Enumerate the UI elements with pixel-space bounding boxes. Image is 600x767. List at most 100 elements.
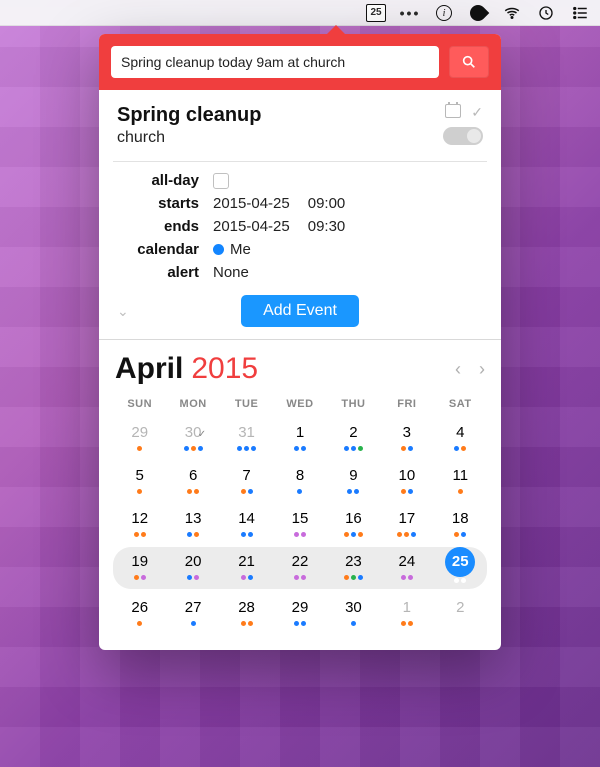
calendar-day[interactable]: 31 (220, 418, 273, 457)
calendar-day[interactable]: 1 (380, 593, 433, 632)
calendar-day[interactable]: 2 (327, 418, 380, 457)
starts-time[interactable]: 09:00 (308, 195, 346, 212)
month-label: April (115, 352, 183, 386)
calendar-color-dot (213, 244, 224, 255)
calendar-day[interactable]: 3 (380, 418, 433, 457)
calendar-day[interactable]: 19 (113, 547, 166, 586)
ends-time[interactable]: 09:30 (308, 218, 346, 235)
menubar-leaf-icon[interactable] (468, 4, 488, 22)
event-dot (458, 489, 463, 494)
menubar-info-icon[interactable] (434, 4, 454, 22)
add-event-button[interactable]: Add Event (241, 295, 359, 327)
calendar-label: calendar (117, 241, 213, 258)
event-dot (251, 446, 256, 451)
event-dot (191, 446, 196, 451)
event-dot (351, 532, 356, 537)
event-type-reminder-icon[interactable]: ✓ (471, 104, 483, 121)
calendar-day[interactable]: 8 (273, 461, 326, 500)
calendar-day[interactable]: 2 (434, 593, 487, 632)
event-dot (237, 446, 242, 451)
calendar-day[interactable]: 4 (434, 418, 487, 457)
event-dot (191, 621, 196, 626)
event-dot (244, 446, 249, 451)
calendar-day[interactable]: 12 (113, 504, 166, 543)
calendar-day[interactable]: 24 (380, 547, 433, 586)
calendar-day[interactable]: 30 (166, 418, 219, 457)
menubar-wifi-icon[interactable] (502, 4, 522, 22)
calendar-day[interactable]: 17 (380, 504, 433, 543)
event-type-toggle[interactable] (443, 127, 483, 145)
menubar-clock-icon[interactable] (536, 4, 556, 22)
event-dot (241, 575, 246, 580)
dow-label: TUE (220, 394, 273, 418)
calendar-day[interactable]: 7 (220, 461, 273, 500)
calendar-day[interactable]: 16 (327, 504, 380, 543)
calendar-day[interactable]: 13 (166, 504, 219, 543)
calendar-day[interactable]: 29 (113, 418, 166, 457)
event-dot (408, 575, 413, 580)
calendar-day[interactable]: 18 (434, 504, 487, 543)
starts-date[interactable]: 2015-04-25 (213, 195, 290, 212)
calendar-day[interactable]: 25 (434, 547, 487, 589)
calendar-day[interactable]: 5 (113, 461, 166, 500)
quick-entry-input[interactable] (111, 46, 439, 78)
calendar-day[interactable]: 23 (327, 547, 380, 586)
dow-label: MON (166, 394, 219, 418)
event-dot (454, 446, 459, 451)
event-dot (454, 578, 459, 583)
dow-label: SUN (113, 394, 166, 418)
event-dot (187, 489, 192, 494)
calendar-day[interactable]: 20 (166, 547, 219, 586)
allday-checkbox[interactable] (213, 173, 229, 189)
calendar-day[interactable]: 21 (220, 547, 273, 586)
calendar-day[interactable]: 26 (113, 593, 166, 632)
calendar-day[interactable]: 30 (327, 593, 380, 632)
expand-details-icon[interactable]: ⌄ (117, 303, 147, 320)
next-month-button[interactable]: › (479, 359, 485, 380)
calendar-select[interactable]: Me (213, 241, 483, 258)
calendar-week: 12131415161718 (113, 504, 487, 543)
event-dot (408, 621, 413, 626)
event-dot (408, 489, 413, 494)
event-dot (411, 532, 416, 537)
calendar-day[interactable]: 15 (273, 504, 326, 543)
alert-select[interactable]: None (213, 264, 483, 281)
calendar-day[interactable]: 29 (273, 593, 326, 632)
menubar-more-icon[interactable]: ••• (400, 4, 420, 22)
calendar-day[interactable]: 22 (273, 547, 326, 586)
year-label: 2015 (191, 352, 258, 386)
ends-date[interactable]: 2015-04-25 (213, 218, 290, 235)
calendar-day[interactable]: 11 (434, 461, 487, 500)
calendar-day[interactable]: 14 (220, 504, 273, 543)
event-dot (344, 446, 349, 451)
event-dot (241, 532, 246, 537)
dow-label: WED (273, 394, 326, 418)
event-dot (137, 489, 142, 494)
menubar: 25 ••• (0, 0, 600, 26)
search-button[interactable] (449, 46, 489, 78)
event-dot (461, 578, 466, 583)
event-dot (344, 575, 349, 580)
calendar-day[interactable]: 9 (327, 461, 380, 500)
event-dot (301, 532, 306, 537)
menubar-calendar-icon[interactable]: 25 (366, 4, 386, 22)
event-section: Spring cleanup church ✓ all-day starts 2… (99, 90, 501, 340)
calendar-day[interactable]: 28 (220, 593, 273, 632)
calendar-day[interactable]: 27 (166, 593, 219, 632)
event-dot (344, 532, 349, 537)
menubar-list-icon[interactable] (570, 4, 590, 22)
event-location[interactable]: church (117, 129, 443, 147)
event-dot (294, 532, 299, 537)
calendar-day[interactable]: 6 (166, 461, 219, 500)
event-dot (187, 575, 192, 580)
event-title[interactable]: Spring cleanup (117, 104, 443, 127)
popover-header (99, 34, 501, 90)
calendar-day[interactable]: 10 (380, 461, 433, 500)
event-dot (408, 446, 413, 451)
event-dot (137, 621, 142, 626)
prev-month-button[interactable]: ‹ (455, 359, 461, 380)
calendar-day[interactable]: 1 (273, 418, 326, 457)
event-dot (194, 575, 199, 580)
event-dot (397, 532, 402, 537)
event-type-event-icon[interactable] (445, 104, 461, 118)
